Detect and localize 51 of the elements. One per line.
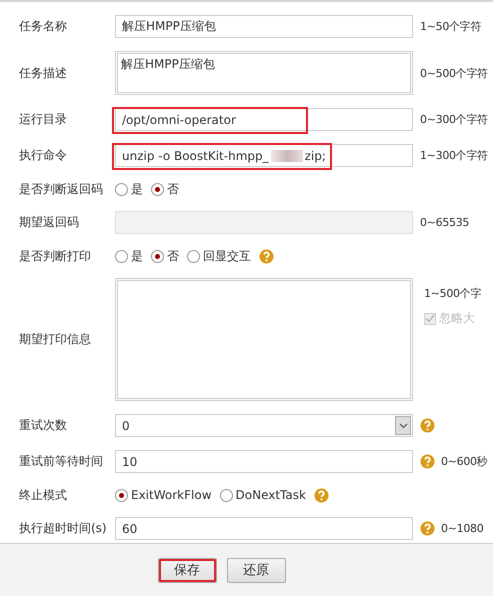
text-area[interactable]: 解压HMPP压缩包 — [115, 51, 413, 95]
radio-option[interactable]: ExitWorkFlow — [115, 488, 212, 502]
radio-option[interactable]: 是 — [115, 180, 143, 198]
field-label: 重试次数 — [18, 417, 68, 434]
help-icon[interactable] — [259, 248, 274, 264]
radio-option[interactable]: 回显交互 — [187, 248, 251, 264]
field-label: 重试前等待时间 — [18, 453, 104, 470]
input-field[interactable]: /opt/omni-operator — [115, 108, 413, 131]
input-field[interactable]: 10 — [115, 450, 413, 473]
form-button[interactable]: 保存 — [158, 558, 216, 582]
radio-option[interactable]: DoNextTask — [220, 488, 306, 502]
hint-text: 0~300个字符 — [420, 112, 488, 127]
field-label: 终止模式 — [18, 486, 68, 504]
radio-option[interactable]: 否 — [151, 180, 179, 198]
radio-button[interactable] — [187, 250, 200, 262]
field-label: 运行目录 — [18, 111, 68, 128]
form-button[interactable]: 还原 — [226, 558, 286, 582]
input-field[interactable]: 60 — [115, 517, 413, 540]
help-icon[interactable] — [420, 418, 435, 433]
radio-option[interactable]: 否 — [151, 248, 179, 264]
field-label: 任务描述 — [18, 64, 68, 82]
radio-option[interactable]: 是 — [115, 248, 143, 264]
dropdown[interactable]: 0 — [115, 414, 413, 437]
hint-text: 0~500个字符 — [420, 66, 488, 80]
text-area[interactable] — [115, 278, 413, 401]
field-label: 执行命令 — [18, 147, 68, 164]
field-label: 期望打印信息 — [18, 331, 92, 348]
radio-button[interactable] — [115, 182, 128, 196]
radio-button[interactable] — [220, 488, 233, 502]
radio-button[interactable] — [151, 182, 164, 196]
radio-button[interactable] — [115, 250, 128, 262]
field-label: 执行超时时间(s) — [18, 520, 108, 537]
hint-text: 0~1080 — [441, 522, 484, 535]
hint-text: 1~50个字符 — [420, 19, 482, 34]
field-label: 任务名称 — [18, 18, 68, 35]
redaction-mark — [270, 150, 303, 162]
hint-text: 0~600秒 — [441, 454, 488, 469]
hint-text: 0~65535 — [420, 216, 470, 229]
help-icon[interactable] — [314, 488, 329, 502]
input-field[interactable]: 解压HMPP压缩包 — [115, 15, 413, 38]
field-label: 期望返回码 — [18, 214, 80, 231]
radio-button[interactable] — [151, 250, 164, 262]
help-icon[interactable] — [420, 521, 435, 536]
hint-text: 1~300个字符 — [420, 148, 488, 163]
field-label: 是否判断打印 — [18, 248, 92, 264]
help-icon[interactable] — [420, 454, 435, 469]
field-label: 是否判断返回码 — [18, 180, 104, 198]
input-field[interactable]: unzip -o BoostKit-hmpp_ zip; — [115, 144, 413, 167]
radio-button[interactable] — [115, 488, 128, 502]
chevron-down-icon — [395, 416, 411, 435]
hint-text: 1~500个字 — [424, 286, 482, 301]
